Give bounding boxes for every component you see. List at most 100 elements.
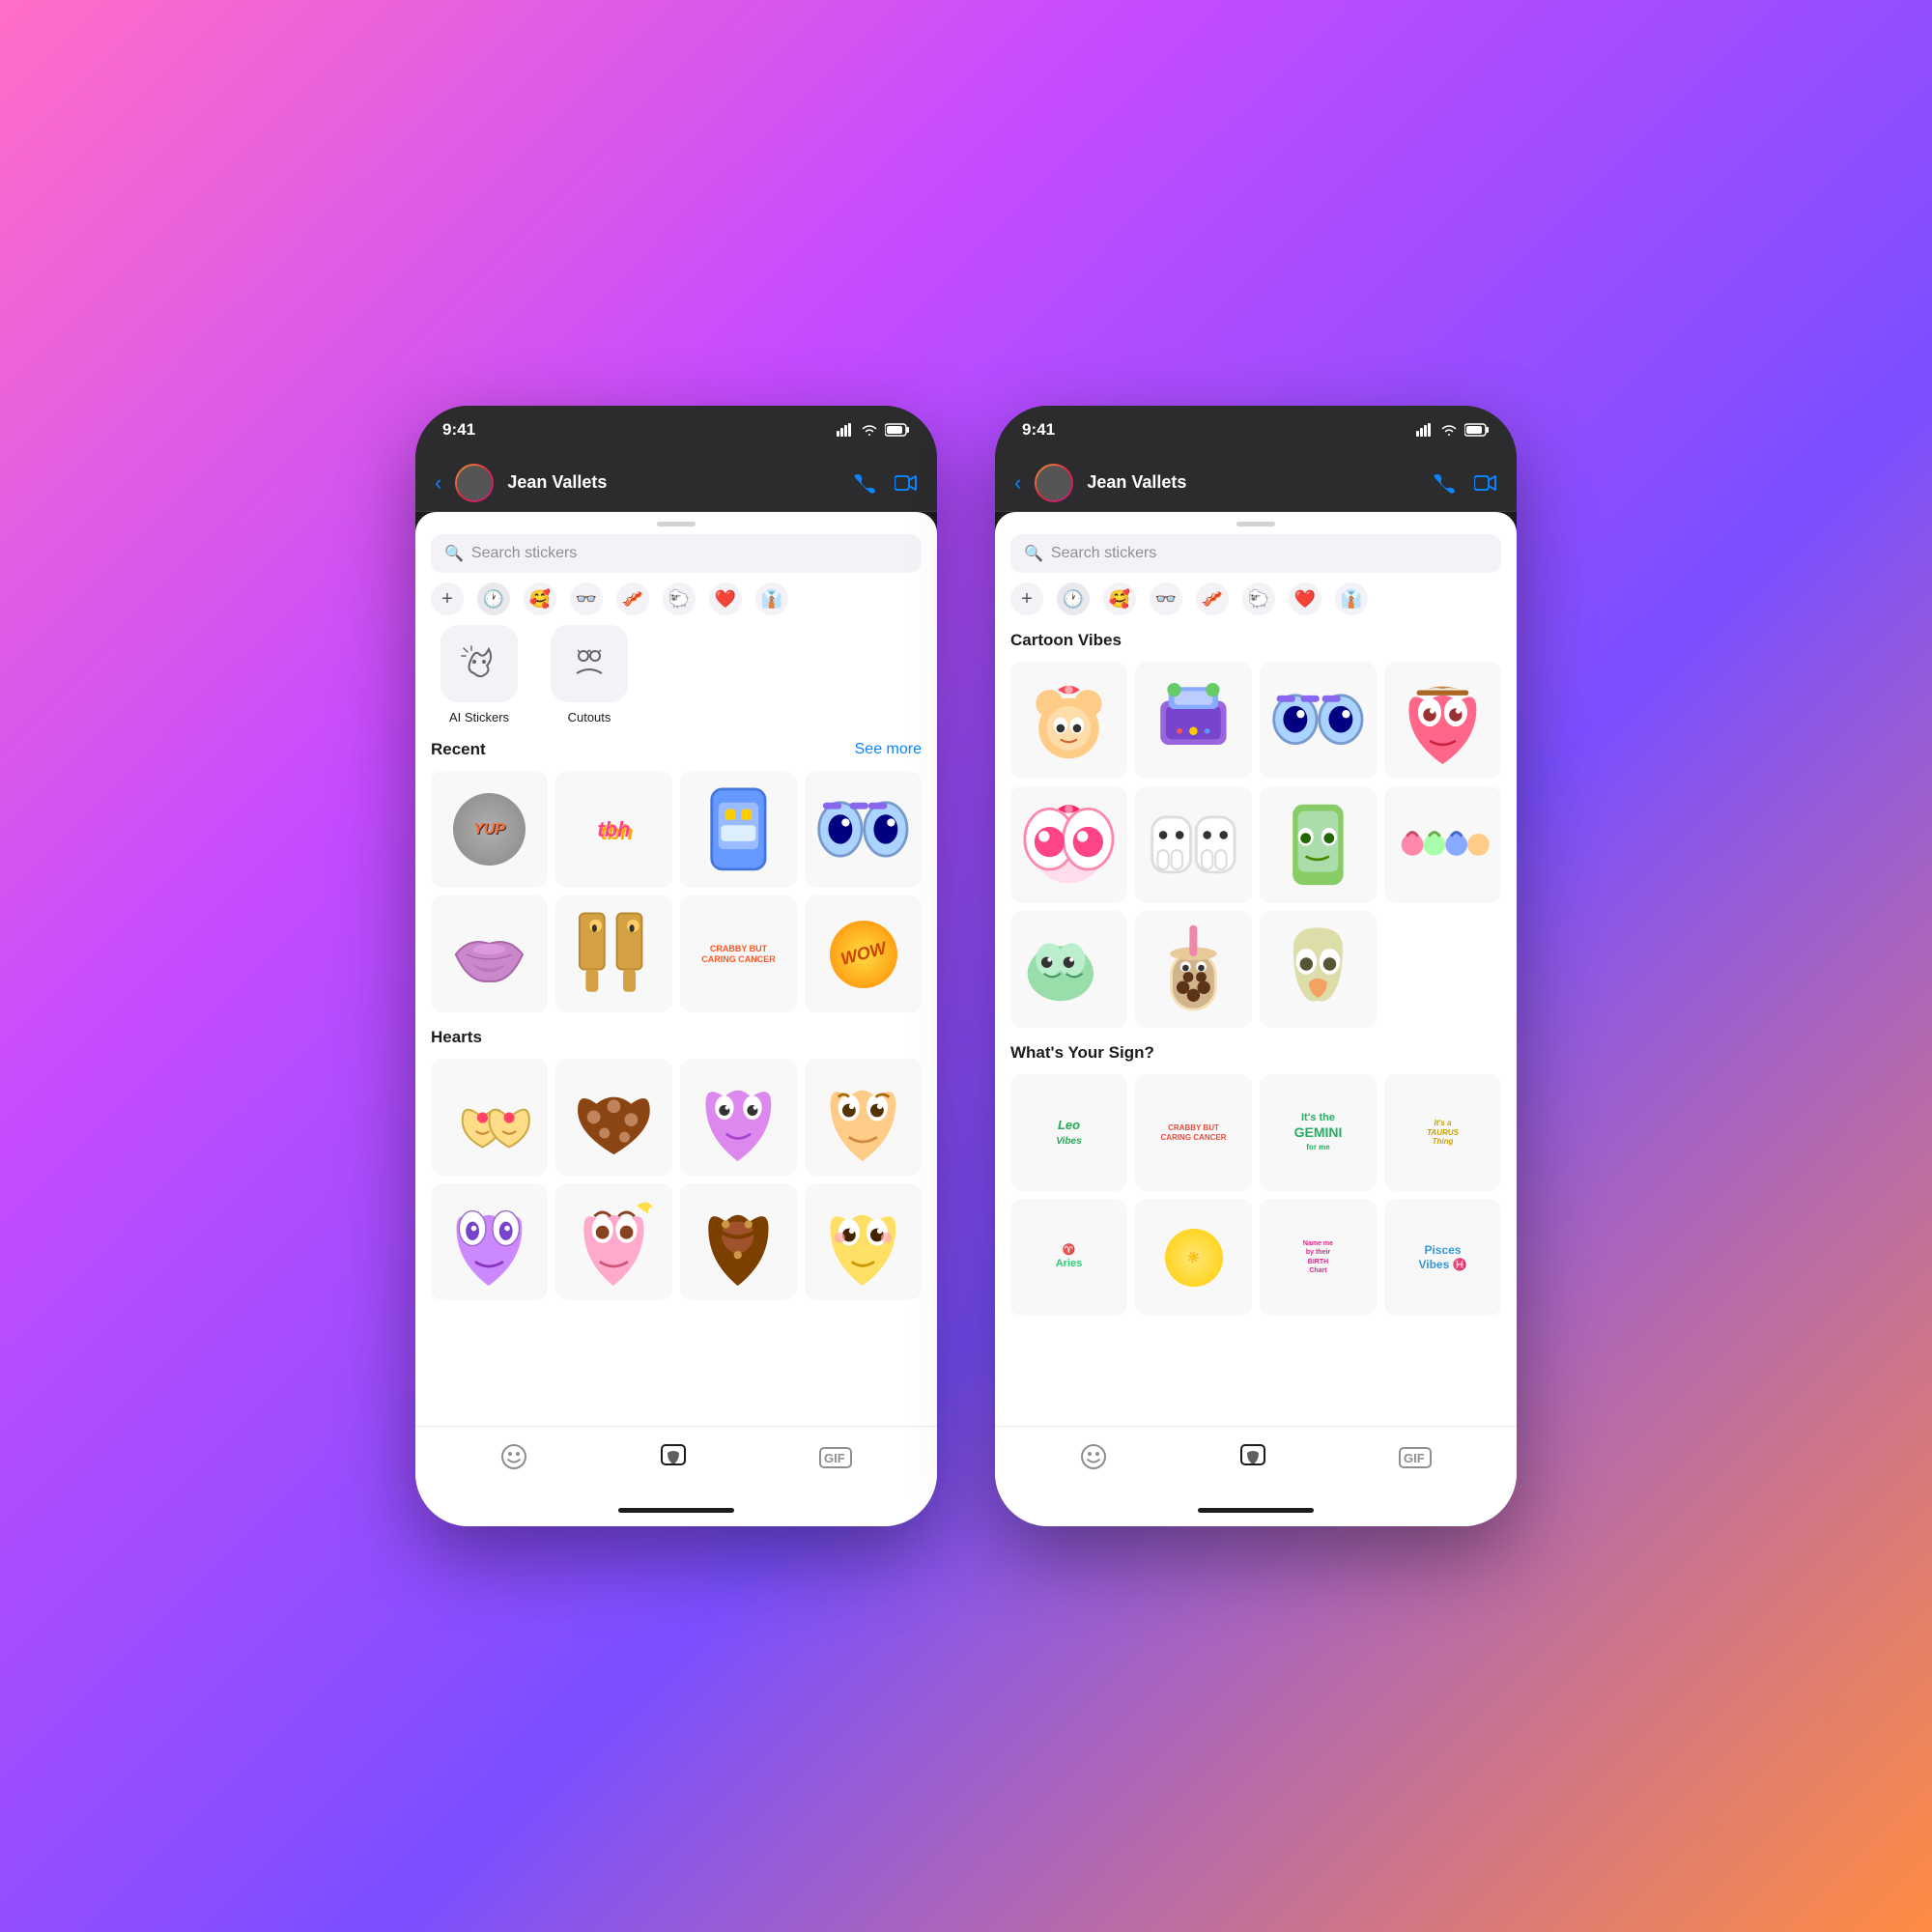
hearts-header-left: Hearts	[431, 1028, 922, 1047]
gif-tab-left[interactable]: GIF	[819, 1445, 852, 1475]
sticker-alien-heart[interactable]	[431, 1183, 548, 1300]
sticker-cancer[interactable]: CRABBY BUTCARING CANCER	[1135, 1074, 1252, 1191]
cutouts-icon	[572, 646, 607, 681]
sticker-tooth-friends[interactable]	[1135, 786, 1252, 903]
ai-stickers-label: AI Stickers	[449, 710, 509, 724]
cartoon-header-right: Cartoon Vibes	[1010, 631, 1501, 650]
sticker-portal[interactable]	[680, 771, 797, 888]
sign-header-right: What's Your Sign?	[1010, 1043, 1501, 1063]
signal-icon-right	[1416, 423, 1434, 437]
phone-left: 9:41 ‹ Jean Vallets 🔍 Search stickers + …	[415, 406, 937, 1526]
sticker-ghost-heart[interactable]	[1260, 911, 1377, 1028]
emoji-tab-left[interactable]	[500, 1443, 527, 1477]
recent-grid-left: YUP tbh	[431, 771, 922, 1012]
status-icons-left	[837, 423, 910, 437]
svg-text:GIF: GIF	[824, 1451, 845, 1465]
sticker-heart-eyes-1[interactable]	[431, 1059, 548, 1176]
tab-animal-right[interactable]: 🐑	[1242, 582, 1275, 615]
tab-recent-left[interactable]: 🕐	[477, 582, 510, 615]
sticker-heart-cute[interactable]	[805, 1183, 922, 1300]
sticker-heart-cowgirl[interactable]	[1384, 662, 1501, 779]
status-bar-left: 9:41	[415, 406, 937, 454]
sticker-aries[interactable]: ♈Aries	[1010, 1199, 1127, 1316]
sticker-legs[interactable]	[555, 895, 672, 1012]
sticker-birth[interactable]: Name meby theirBIRTHChart	[1260, 1199, 1377, 1316]
special-items-left: AI Stickers Cutouts	[431, 625, 922, 724]
nav-actions-right	[1434, 472, 1497, 494]
tab-eyes-right[interactable]: 👓	[1150, 582, 1182, 615]
tab-shirt-left[interactable]: 👔	[755, 582, 788, 615]
sticker-gemini[interactable]: It's theGEMINIfor me	[1260, 1074, 1377, 1191]
tab-eyes-left[interactable]: 👓	[570, 582, 603, 615]
back-button-right[interactable]: ‹	[1014, 470, 1021, 496]
sticker-heart-glam[interactable]	[805, 1059, 922, 1176]
sticker-yup[interactable]: YUP	[431, 771, 548, 888]
video-icon-left[interactable]	[895, 474, 918, 492]
sticker-tbh[interactable]: tbh	[555, 771, 672, 888]
sticker-phone-guy[interactable]	[1260, 786, 1377, 903]
sticker-friendship-chain[interactable]	[1384, 786, 1501, 903]
sticker-gaming-croc[interactable]	[1135, 662, 1252, 779]
tab-heart2-left[interactable]: ❤️	[709, 582, 742, 615]
sticker-big-eyes[interactable]	[1010, 786, 1127, 903]
nav-actions-left	[854, 472, 918, 494]
tab-food-left[interactable]: 🥓	[616, 582, 649, 615]
sign-grid-right: LeoVibes CRABBY BUTCARING CANCER It's th…	[1010, 1074, 1501, 1316]
tab-heart2-right[interactable]: ❤️	[1289, 582, 1321, 615]
sticker-leo[interactable]: LeoVibes	[1010, 1074, 1127, 1191]
call-icon-left[interactable]	[854, 472, 875, 494]
sign-title-right: What's Your Sign?	[1010, 1043, 1154, 1063]
call-icon-right[interactable]	[1434, 472, 1455, 494]
sticker-tab-left[interactable]	[660, 1443, 687, 1477]
sticker-pretzel-heart[interactable]	[680, 1183, 797, 1300]
see-more-left[interactable]: See more	[855, 741, 922, 758]
tab-hearts-left[interactable]: 🥰	[524, 582, 556, 615]
sticker-cloud-duo[interactable]	[1010, 911, 1127, 1028]
sticker-taurus[interactable]: It's aTAURUSThing	[1384, 1074, 1501, 1191]
video-icon-right[interactable]	[1474, 474, 1497, 492]
search-bar-left[interactable]: 🔍 Search stickers	[431, 534, 922, 573]
sticker-eyes[interactable]	[805, 771, 922, 888]
sticker-heart-face[interactable]	[680, 1059, 797, 1176]
sticker-lips[interactable]	[431, 895, 548, 1012]
wifi-icon	[861, 423, 878, 437]
search-icon-right: 🔍	[1024, 544, 1043, 563]
tab-add-left[interactable]: +	[431, 582, 464, 615]
tab-hearts-right[interactable]: 🥰	[1103, 582, 1136, 615]
sticker-boba[interactable]	[1135, 911, 1252, 1028]
tab-shirt-right[interactable]: 👔	[1335, 582, 1368, 615]
cartoon-grid-right	[1010, 662, 1501, 1028]
hearts-title-left: Hearts	[431, 1028, 482, 1047]
sticker-libra[interactable]: ☀️	[1135, 1199, 1252, 1316]
signal-icon	[837, 423, 854, 437]
bottom-bar-right: GIF	[995, 1426, 1517, 1493]
sticker-strawberry-bear[interactable]	[1010, 662, 1127, 779]
sheet-handle-left	[657, 522, 696, 526]
home-indicator-left	[415, 1493, 937, 1526]
content-area-right: Cartoon Vibes	[995, 625, 1517, 1426]
home-indicator-right	[995, 1493, 1517, 1526]
sticker-pisces[interactable]: PiscesVibes ♓	[1384, 1199, 1501, 1316]
sticker-heart-fairy[interactable]	[555, 1183, 672, 1300]
tab-recent-right[interactable]: 🕐	[1057, 582, 1090, 615]
sticker-wow[interactable]: WOW	[805, 895, 922, 1012]
sticker-heart-cookie[interactable]	[555, 1059, 672, 1176]
search-placeholder-left: Search stickers	[471, 545, 577, 562]
search-bar-right[interactable]: 🔍 Search stickers	[1010, 534, 1501, 573]
gif-tab-right[interactable]: GIF	[1399, 1445, 1432, 1475]
sticker-empty	[1384, 911, 1501, 1028]
search-placeholder-right: Search stickers	[1051, 545, 1156, 562]
sticker-crabby[interactable]: CRABBY BUT CARING CANCER	[680, 895, 797, 1012]
back-button-left[interactable]: ‹	[435, 470, 441, 496]
tab-add-right[interactable]: +	[1010, 582, 1043, 615]
bottom-bar-left: GIF	[415, 1426, 937, 1493]
sticker-tab-right[interactable]	[1239, 1443, 1266, 1477]
emoji-tab-right[interactable]	[1080, 1443, 1107, 1477]
cutouts-item[interactable]: Cutouts	[541, 625, 638, 724]
sticker-cool-eyes[interactable]	[1260, 662, 1377, 779]
ai-stickers-item[interactable]: AI Stickers	[431, 625, 527, 724]
sheet-handle-right	[1236, 522, 1275, 526]
tab-animal-left[interactable]: 🐑	[663, 582, 696, 615]
tab-food-right[interactable]: 🥓	[1196, 582, 1229, 615]
sticker-sheet-right: 🔍 Search stickers + 🕐 🥰 👓 🥓 🐑 ❤️ 👔 Carto…	[995, 512, 1517, 1526]
